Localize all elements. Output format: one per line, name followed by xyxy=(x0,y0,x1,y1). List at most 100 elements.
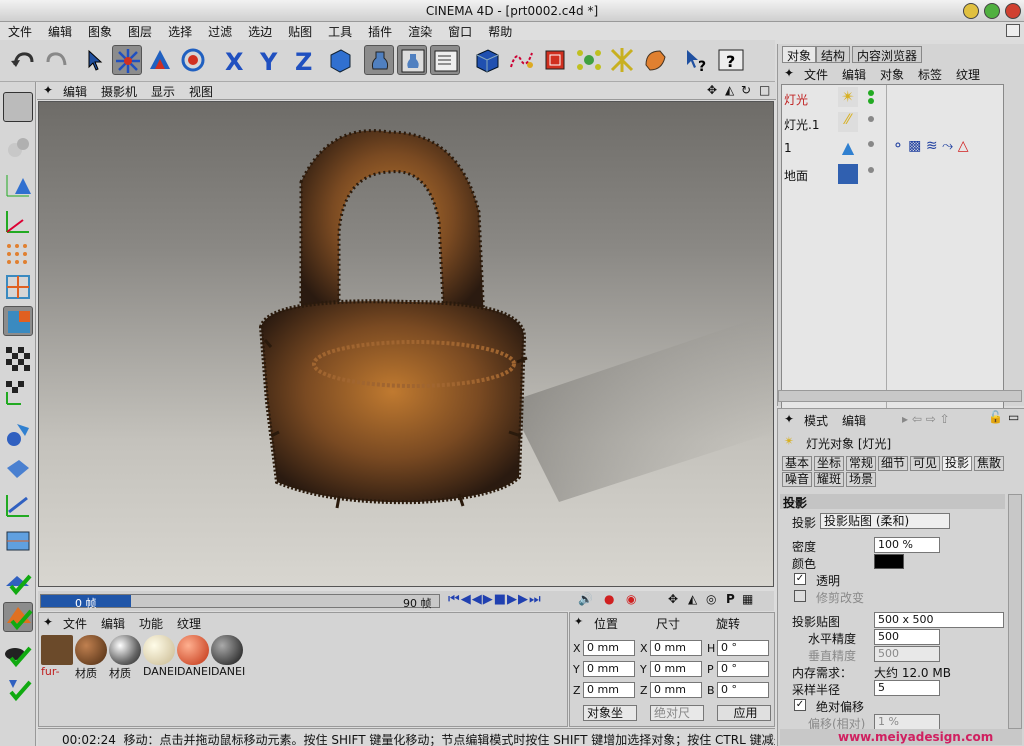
snap-icon[interactable] xyxy=(3,568,33,598)
history-arrows-icon[interactable]: ▸ ⇦ ⇨ ⇧ xyxy=(902,412,950,426)
visibility-dot-icon[interactable] xyxy=(868,98,874,104)
clip-changes-checkbox[interactable] xyxy=(794,590,806,602)
restore-icon[interactable] xyxy=(1006,24,1020,37)
rotate-view-icon[interactable]: ↻ xyxy=(741,83,751,97)
tab-noise[interactable]: 噪音 xyxy=(782,472,813,487)
deformer-icon[interactable] xyxy=(607,45,637,75)
material-menu-file[interactable]: 文件 xyxy=(63,615,87,632)
object-axis-icon[interactable] xyxy=(3,132,33,162)
coord-pin-icon[interactable]: ✦ xyxy=(574,615,583,628)
menu-edge[interactable]: 选边 xyxy=(240,22,280,40)
tab-basic[interactable]: 基本 xyxy=(782,456,813,471)
menu-window[interactable]: 窗口 xyxy=(440,22,480,40)
tag-icons[interactable]: ⚬ ▩ ≋ ⤳ △ xyxy=(892,138,968,154)
object-row-light-1[interactable]: 灯光.1 xyxy=(784,116,819,133)
sculpt-icon[interactable] xyxy=(3,674,33,704)
tab-scene[interactable]: 场景 xyxy=(846,472,877,487)
autokey-icon[interactable]: ◉ xyxy=(626,592,636,606)
maximize-icon[interactable] xyxy=(984,3,1000,19)
attribute-menu-edit[interactable]: 编辑 xyxy=(842,412,866,429)
rotate-icon[interactable] xyxy=(178,45,208,75)
menu-select[interactable]: 选择 xyxy=(160,22,200,40)
lock-icon[interactable]: 🔓 xyxy=(988,410,1003,424)
rotation-h-field[interactable]: 0 ° xyxy=(717,640,769,656)
vertical-resolution-field[interactable]: 500 xyxy=(874,646,940,662)
material-swatch[interactable] xyxy=(211,635,243,665)
render-view-icon[interactable] xyxy=(364,45,394,75)
material-menu-function[interactable]: 功能 xyxy=(139,615,163,632)
timeline-slider[interactable]: 0 帧 90 帧 xyxy=(40,594,440,610)
shadow-map-select[interactable]: 500 x 500 xyxy=(874,612,1004,628)
visibility-dot-icon[interactable] xyxy=(868,90,874,96)
tab-shadow[interactable]: 投影 xyxy=(942,456,973,471)
soft-selection-icon[interactable] xyxy=(3,640,33,670)
axis-lock-icon[interactable] xyxy=(3,602,33,632)
x-axis-icon[interactable]: X xyxy=(220,45,250,76)
rotation-p-field[interactable]: 0 ° xyxy=(717,661,769,677)
object-menu-texture[interactable]: 纹理 xyxy=(956,66,980,83)
points-icon[interactable] xyxy=(3,170,33,200)
animation-tool-icon[interactable] xyxy=(3,490,33,520)
nurbs-icon[interactable] xyxy=(540,45,570,75)
tab-structure[interactable]: 结构 xyxy=(816,46,851,63)
world-coords-icon[interactable] xyxy=(325,45,355,75)
menu-tools[interactable]: 工具 xyxy=(320,22,360,40)
tab-objects[interactable]: 对象 xyxy=(782,46,817,63)
visibility-dot-icon[interactable] xyxy=(868,167,874,173)
keyframe-scale-icon[interactable]: ◭ xyxy=(688,592,697,606)
menu-image[interactable]: 图象 xyxy=(80,22,120,40)
playback-controls[interactable]: ⏮◀◀▶■▶▶⏭ xyxy=(448,592,542,607)
size-z-field[interactable]: 0 mm xyxy=(650,682,702,698)
tab-caustics[interactable]: 焦散 xyxy=(974,456,1005,471)
material-swatch[interactable] xyxy=(177,635,209,665)
polygon-mode-icon[interactable] xyxy=(3,306,33,336)
density-field[interactable]: 100 % xyxy=(874,537,940,553)
material-menu-edit[interactable]: 编辑 xyxy=(101,615,125,632)
viewport-menu-camera[interactable]: 摄影机 xyxy=(101,83,137,100)
sample-radius-field[interactable]: 5 xyxy=(874,680,940,696)
pointer-icon[interactable] xyxy=(80,45,110,75)
visibility-dot-icon[interactable] xyxy=(868,116,874,122)
coord-mode-select[interactable]: 对象坐 xyxy=(583,705,637,721)
sound-icon[interactable]: 🔊 xyxy=(578,592,593,606)
cube-primitive-icon[interactable] xyxy=(472,45,502,75)
material-swatch[interactable] xyxy=(75,635,107,665)
keyframe-point-icon[interactable]: ▦ xyxy=(742,592,753,606)
visibility-dot-icon[interactable] xyxy=(868,141,874,147)
viewport-render[interactable] xyxy=(38,101,774,587)
close-icon[interactable] xyxy=(1005,3,1021,19)
material-swatch[interactable] xyxy=(109,635,141,665)
object-list[interactable]: 灯光 灯光.1 1 地面 ✴ ⁄⁄ ▲ ⚬ ▩ ≋ ⤳ △ xyxy=(781,84,1004,432)
color-swatch[interactable] xyxy=(874,554,904,569)
keyframe-move-icon[interactable]: ✥ xyxy=(668,592,678,606)
tab-coords[interactable]: 坐标 xyxy=(814,456,845,471)
viewport-menu-display[interactable]: 显示 xyxy=(151,83,175,100)
material-pin-icon[interactable]: ✦ xyxy=(43,615,53,629)
redo-icon[interactable] xyxy=(42,45,72,75)
timeline[interactable]: 0 帧 90 帧 ⏮◀◀▶■▶▶⏭ 🔊 ● ◉ ✥ ◭ ◎ P ▦ xyxy=(38,591,774,611)
relative-bias-field[interactable]: 1 % xyxy=(874,714,940,730)
edges-icon[interactable] xyxy=(3,206,33,236)
menu-help[interactable]: 帮助 xyxy=(480,22,520,40)
size-mode-select[interactable]: 绝对尺 xyxy=(650,705,704,721)
tab-details[interactable]: 细节 xyxy=(878,456,909,471)
record-icon[interactable]: ● xyxy=(604,592,614,606)
object-menu-object[interactable]: 对象 xyxy=(880,66,904,83)
object-horizontal-scrollbar[interactable] xyxy=(778,390,1022,402)
position-x-field[interactable]: 0 mm xyxy=(583,640,635,656)
size-y-field[interactable]: 0 mm xyxy=(650,661,702,677)
workplane-icon[interactable] xyxy=(3,526,33,556)
minimize-icon[interactable] xyxy=(963,3,979,19)
polygons-icon[interactable] xyxy=(3,240,33,270)
horizontal-resolution-field[interactable]: 500 xyxy=(874,629,940,645)
menu-render[interactable]: 渲染 xyxy=(400,22,440,40)
menu-plugins[interactable]: 插件 xyxy=(360,22,400,40)
object-tool-icon[interactable] xyxy=(3,420,33,450)
apply-button[interactable]: 应用 xyxy=(717,705,771,721)
edge-mode-icon[interactable] xyxy=(3,272,33,302)
keyframe-rotate-icon[interactable]: ◎ xyxy=(706,592,716,606)
material-swatch[interactable] xyxy=(143,635,175,665)
model-tool-icon[interactable] xyxy=(3,454,33,484)
menu-file[interactable]: 文件 xyxy=(0,22,40,40)
transparency-checkbox[interactable]: ✓ xyxy=(794,573,806,585)
